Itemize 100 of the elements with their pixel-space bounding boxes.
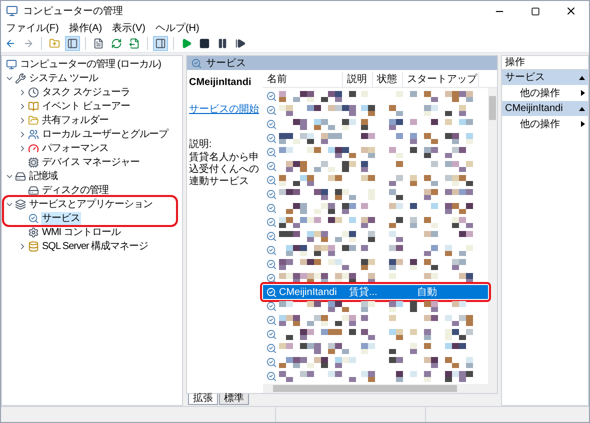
service-icon: [266, 104, 277, 116]
service-icon: [266, 370, 277, 382]
tree-item[interactable]: 共有フォルダー: [41, 114, 110, 126]
menu-item[interactable]: 表示(V): [112, 20, 146, 36]
service-icon: [266, 244, 277, 256]
service-icon: [266, 146, 277, 158]
pause-icon: [217, 38, 228, 49]
view-tab[interactable]: 拡張: [188, 394, 218, 405]
panel-icon: [67, 38, 78, 49]
action-item[interactable]: 他の操作: [502, 85, 588, 101]
tree-item[interactable]: サービス: [41, 212, 81, 224]
description-label: 説明:: [189, 138, 213, 152]
expand-icon[interactable]: [18, 116, 27, 124]
window-title: コンピューターの管理: [23, 4, 124, 18]
view-tab[interactable]: 標準: [219, 394, 249, 405]
table-cell-text: 賃貸...: [349, 286, 378, 300]
storage-icon: [15, 170, 26, 182]
play-icon: [181, 38, 192, 49]
table-cell-text: 自動: [417, 286, 437, 300]
menu-item[interactable]: ファイル(F): [6, 20, 59, 36]
service-icon: [266, 300, 277, 312]
service-icon: [266, 188, 277, 200]
service-icon: [266, 258, 277, 270]
horizontal-scrollbar[interactable]: [263, 384, 497, 393]
expand-icon[interactable]: [18, 130, 27, 138]
service-icon: [266, 272, 277, 284]
service-icon: [28, 212, 39, 224]
column-header[interactable]: 状態: [373, 72, 403, 87]
panel-icon: [155, 38, 166, 49]
refresh-icon: [111, 38, 122, 49]
table-cell-text: CMeijinItandi: [279, 286, 338, 300]
service-icon: [266, 286, 277, 298]
service-icon: [266, 132, 277, 144]
collapse-icon: [579, 76, 585, 80]
service-icon: [266, 342, 277, 354]
menu-item[interactable]: ヘルプ(H): [155, 20, 200, 36]
menu-item[interactable]: 操作(A): [68, 20, 102, 36]
expand-icon[interactable]: [18, 242, 27, 250]
service-row[interactable]: CMeijinItandi 賃貸... 自動: [263, 285, 488, 299]
expand-icon[interactable]: [18, 144, 27, 152]
gauge-icon: [28, 142, 39, 154]
tree-item[interactable]: ローカル ユーザーとグループ: [41, 128, 169, 140]
tree-item[interactable]: パフォーマンス: [41, 142, 110, 154]
tree-item[interactable]: デバイス マネージャー: [41, 156, 140, 168]
export-icon: [129, 38, 140, 49]
tree-item[interactable]: ディスクの管理: [41, 184, 110, 196]
description-text: 賃貸名人から申込受付くんへの連動サービス: [189, 152, 260, 188]
toolbar-button[interactable]: [197, 36, 212, 51]
column-header[interactable]: 名前: [263, 72, 343, 87]
stop-icon: [199, 38, 210, 49]
service-icon: [266, 356, 277, 368]
column-header[interactable]: スタートアップ: [403, 72, 479, 87]
service-icon: [266, 314, 277, 326]
computer-icon: [6, 58, 17, 70]
tree-item[interactable]: システム ツール: [28, 72, 99, 84]
database-icon: [28, 240, 39, 252]
forward-icon: [23, 38, 34, 49]
service-name: CMeijinItandi: [189, 76, 252, 90]
expand-icon[interactable]: [18, 102, 27, 110]
service-icon: [266, 202, 277, 214]
panel-title: サービス: [206, 56, 246, 70]
maximize-icon: [530, 6, 540, 16]
tree-item[interactable]: SQL Server 構成マネージ: [41, 240, 150, 252]
gear-icon: [28, 226, 39, 238]
expand-icon[interactable]: [18, 88, 27, 96]
column-header[interactable]: 説明: [343, 72, 373, 87]
apps-icon: [15, 198, 26, 210]
service-icon: [266, 328, 277, 340]
service-icon: [266, 90, 277, 102]
service-icon: [266, 230, 277, 242]
tree-item[interactable]: イベント ビューアー: [41, 100, 131, 112]
submenu-arrow-icon: [581, 90, 585, 96]
clock-icon: [28, 86, 39, 98]
action-section-header[interactable]: CMeijinItandi: [502, 101, 588, 116]
log-icon: [28, 100, 39, 112]
action-section-header[interactable]: サービス: [502, 70, 588, 85]
folder-up-icon: [49, 38, 60, 49]
wrench-icon: [15, 72, 26, 84]
users-icon: [28, 128, 39, 140]
collapse-icon: [579, 106, 585, 110]
app-icon: [6, 5, 18, 17]
service-icon: [266, 118, 277, 130]
tree-item[interactable]: WMI コントロール: [41, 226, 122, 238]
tree-item[interactable]: コンピューターの管理 (ローカル): [19, 58, 162, 70]
service-icon: [191, 58, 202, 68]
submenu-arrow-icon: [581, 121, 585, 127]
tree-item[interactable]: タスク スケジューラ: [41, 86, 131, 98]
vertical-scrollbar[interactable]: [488, 88, 497, 384]
device-icon: [28, 156, 39, 168]
folder-icon: [28, 114, 39, 126]
tree-item[interactable]: サービスとアプリケーション: [28, 198, 154, 210]
service-icon: [266, 174, 277, 186]
document-icon: [93, 38, 104, 49]
restart-icon: [235, 38, 246, 49]
service-icon: [266, 160, 277, 172]
action-item[interactable]: 他の操作: [502, 116, 588, 132]
service-icon: [266, 216, 277, 228]
back-icon: [5, 38, 16, 49]
tree-item[interactable]: 記憶域: [28, 170, 58, 182]
start-service-link[interactable]: サービスの開始: [189, 102, 261, 117]
